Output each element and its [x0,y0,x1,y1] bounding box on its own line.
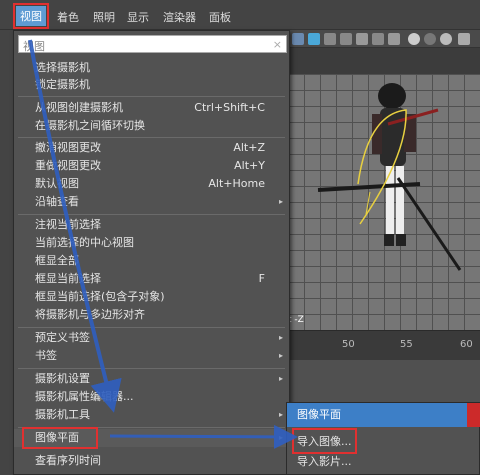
view-axis-label: t -Z [288,315,304,325]
menu-view[interactable]: 视图 [13,3,49,29]
submenu-arrow-icon: ▸ [278,351,283,360]
menu-bar: 视图 着色 照明 显示 渲染器 面板 [0,0,480,30]
lighting-icon[interactable] [356,33,368,45]
menu-item-default-view[interactable]: 默认视图 Alt+Home [14,175,289,193]
viewport-header-strip [288,48,480,74]
clear-icon[interactable]: × [273,38,282,51]
submenu-arrow-icon: ▸ [278,333,283,342]
menu-divider [18,427,285,428]
time-slider[interactable]: 50 55 60 [288,330,480,360]
menu-shading[interactable]: 着色 [57,9,79,25]
menu-item-frame-selection-children[interactable]: 框显当前选择(包含子对象) [14,288,289,306]
menu-item-label: 从视图创建摄影机 [35,101,123,114]
menu-item-label: 摄影机工具 [35,408,90,421]
submenu-arrow-icon: ▸ [278,433,283,442]
menu-search-value: 视图 [23,40,45,53]
menu-divider [18,96,285,97]
submenu-arrow-icon: ▸ [278,197,283,206]
view-menu-dropdown: 视图 × 选择摄影机 锁定摄影机 从视图创建摄影机 Ctrl+Shift+C 在摄… [13,30,290,475]
menu-item-view-sequence-time[interactable]: 查看序列时间 [14,452,289,470]
menu-item-look-along-axis[interactable]: 沿轴查看 ▸ [14,193,289,211]
menu-item-shortcut: Alt+Y [234,159,265,172]
menu-item-frame-all[interactable]: 框显全部 [14,252,289,270]
menu-item-create-camera-from-view[interactable]: 从视图创建摄影机 Ctrl+Shift+C [14,99,289,117]
menu-item-label: 查看序列时间 [35,454,101,467]
menu-item-select-camera[interactable]: 选择摄影机 [14,59,289,77]
xray-icon[interactable] [388,33,400,45]
submenu-item-import-image[interactable]: 导入图像... [292,428,357,454]
submenu-item-import-movie[interactable]: 导入影片... [297,453,352,469]
menu-item-label: 默认视图 [35,177,79,190]
texture-icon[interactable] [340,33,352,45]
timeline-tick: 55 [400,339,413,350]
menu-item-label: 摄影机设置 [35,372,90,385]
menu-show[interactable]: 显示 [127,9,149,25]
menu-divider [18,214,285,215]
timeline-tick: 60 [460,339,473,350]
menu-item-undo-view[interactable]: 撤消视图更改 Alt+Z [14,139,289,157]
menu-item-image-plane[interactable]: 图像平面 ▸ [14,427,289,449]
submenu-arrow-icon: ▸ [278,374,283,383]
menu-item-label: 框显当前选择(包含子对象) [35,290,165,303]
menu-item-camera-tools[interactable]: 摄影机工具 ▸ [14,406,289,424]
submenu-header: 图像平面 [287,403,480,427]
character-model [317,83,462,271]
menu-item-center-view-selection[interactable]: 当前选择的中心视图 [14,234,289,252]
grid-icon[interactable] [292,33,304,45]
menu-search-input[interactable]: 视图 × [18,35,287,53]
menu-item-label: 注视当前选择 [35,218,101,231]
aa-icon[interactable] [458,33,470,45]
isolate-icon[interactable] [408,33,420,45]
menu-item-label: 将摄影机与多边形对齐 [35,308,145,321]
menu-item-label: 重做视图更改 [35,159,101,172]
menu-item-frame-selection[interactable]: 框显当前选择 F [14,270,289,288]
menu-item-lock-camera[interactable]: 锁定摄影机 [14,76,289,94]
menu-renderer[interactable]: 渲染器 [163,9,196,25]
menu-divider [18,137,285,138]
smooth-shade-icon[interactable] [324,33,336,45]
menu-item-shortcut: Alt+Home [208,177,265,190]
submenu-item-label: 导入影片... [297,455,352,468]
menu-item-label: 选择摄影机 [35,61,90,74]
viewport-grid [288,74,480,330]
menu-item-look-at-selection[interactable]: 注视当前选择 [14,216,289,234]
resolution-gate-icon[interactable] [440,33,452,45]
menu-item-bookmarks[interactable]: 书签 ▸ [14,347,289,365]
menu-item-label: 框显全部 [35,254,79,267]
menu-item-label: 锁定摄影机 [35,78,90,91]
menu-item-cycle-cameras[interactable]: 在摄影机之间循环切换 [14,117,289,135]
menu-item-label: 当前选择的中心视图 [35,236,134,249]
image-plane-highlight-box [22,427,98,449]
submenu-item-label: 导入图像... [297,435,352,448]
menu-item-align-camera-polygon[interactable]: 将摄影机与多边形对齐 [14,306,289,324]
menu-item-label: 预定义书签 [35,331,90,344]
menu-item-shortcut: Alt+Z [233,141,265,154]
menu-item-shortcut: Ctrl+Shift+C [194,101,265,114]
menu-item-label: 书签 [35,349,57,362]
submenu-arrow-icon: ▸ [278,410,283,419]
camera-icon[interactable] [424,33,436,45]
menu-divider [18,368,285,369]
viewport-panel[interactable]: t -Z [288,30,480,330]
menu-item-redo-view[interactable]: 重做视图更改 Alt+Y [14,157,289,175]
menu-panels[interactable]: 面板 [209,9,231,25]
menu-item-label: 框显当前选择 [35,272,101,285]
menu-item-label: 在摄影机之间循环切换 [35,119,145,132]
wireframe-icon[interactable] [308,33,320,45]
close-icon[interactable] [467,403,480,427]
shadow-icon[interactable] [372,33,384,45]
menu-divider [18,327,285,328]
submenu-title: 图像平面 [297,408,341,421]
timeline-tick: 50 [342,339,355,350]
menu-item-label: 撤消视图更改 [35,141,101,154]
menu-lighting[interactable]: 照明 [93,9,115,25]
image-plane-submenu: 图像平面 导入图像... 导入影片... [286,402,480,475]
menu-item-camera-attribute-editor[interactable]: 摄影机属性编辑器... [14,388,289,406]
menu-item-label: 沿轴查看 [35,195,79,208]
menu-item-camera-settings[interactable]: 摄影机设置 ▸ [14,370,289,388]
viewport-toolbar [288,30,480,48]
menu-item-label: 摄影机属性编辑器... [35,390,134,403]
menu-item-predefined-bookmarks[interactable]: 预定义书签 ▸ [14,329,289,347]
menu-item-shortcut: F [258,272,265,285]
